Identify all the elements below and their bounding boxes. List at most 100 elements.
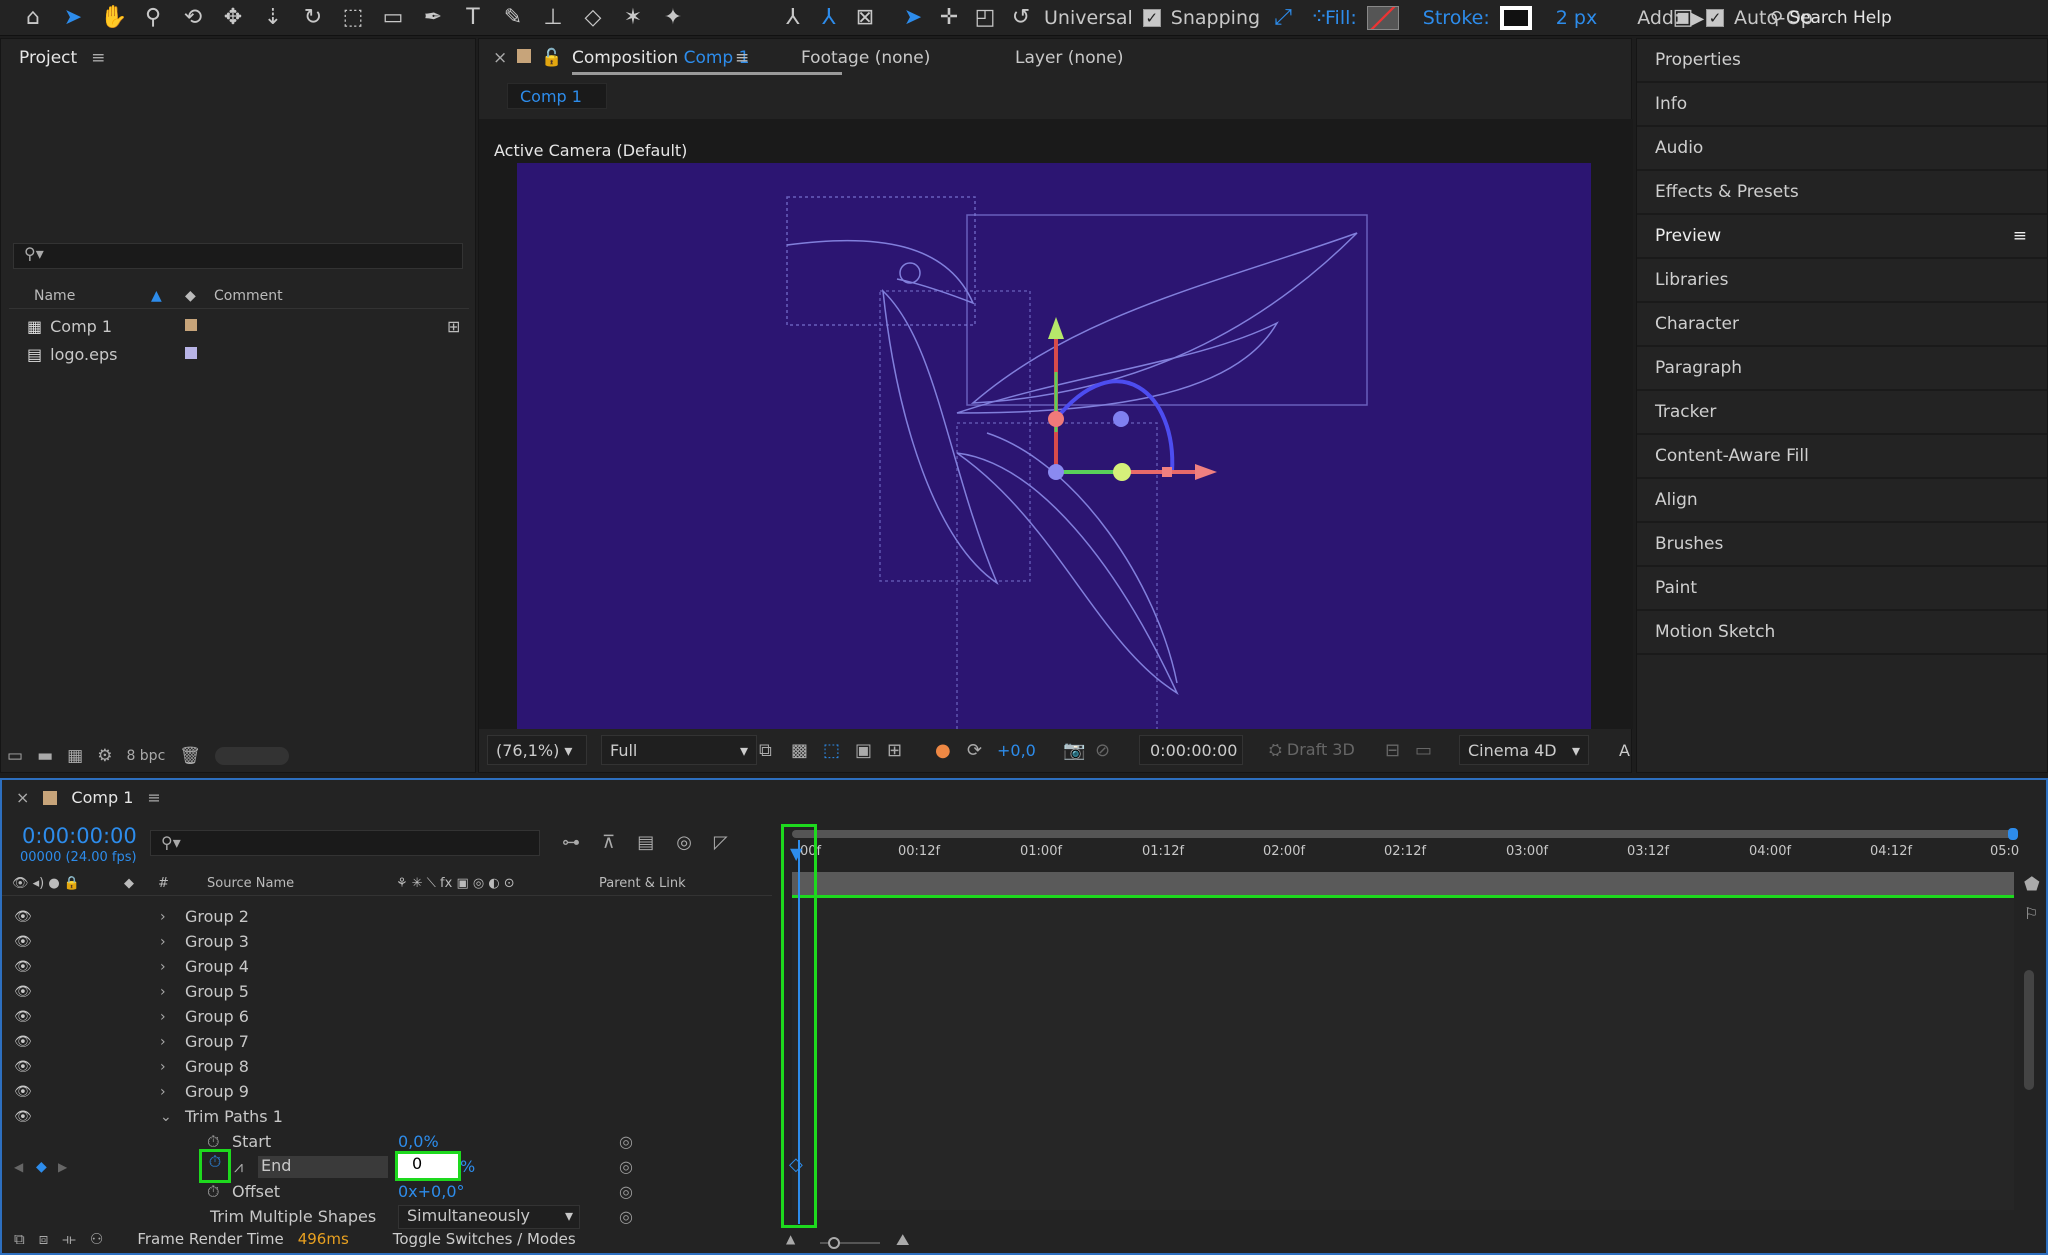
graph-editor-icon[interactable]: ◸ [714, 832, 728, 853]
magnification-dropdown[interactable]: (76,1%) ▾ [487, 735, 587, 765]
keyframe-diamond-icon[interactable]: ◆ [36, 1159, 47, 1175]
local-axis-icon[interactable]: ⅄ [780, 7, 806, 29]
visibility-eye-icon[interactable]: 👁 [14, 1034, 32, 1050]
type-tool-icon[interactable]: T [460, 7, 486, 29]
visibility-eye-icon[interactable]: 👁 [14, 1059, 32, 1075]
track-area[interactable] [792, 898, 2014, 1210]
panel-item-properties[interactable]: Properties [1637, 39, 2047, 83]
property-row-end[interactable]: ◀ ◆ ▶ ⏱ ⩘ End 0 % ◎ [2, 1149, 772, 1183]
panel-item-align[interactable]: Align [1637, 479, 2047, 523]
layer-row[interactable]: 👁 › Group 5 [2, 979, 772, 1004]
composition-mini-flowchart-icon[interactable]: ⊶ [562, 832, 580, 853]
vertical-scrollbar[interactable] [2024, 970, 2034, 1090]
transfer-controls-icon[interactable]: ⧈ [39, 1230, 49, 1248]
panel-item-preview[interactable]: Preview ≡ [1637, 215, 2047, 259]
end-value-input[interactable]: 0 [395, 1151, 461, 1181]
toggle-switches-modes-button[interactable]: Toggle Switches / Modes [393, 1230, 576, 1248]
mask-visibility-icon[interactable]: ⬚ [823, 740, 840, 761]
label-tag-icon[interactable]: ◆ [124, 876, 134, 891]
color-channels-icon[interactable]: ● [935, 740, 951, 761]
dolly-camera-icon[interactable]: ⇣ [260, 7, 286, 29]
comp-breadcrumb[interactable]: Comp 1 [507, 83, 607, 109]
guides-icon[interactable]: ▣ [855, 740, 872, 761]
zoom-slider-handle[interactable] [828, 1237, 840, 1249]
panel-item-paint[interactable]: Paint [1637, 567, 2047, 611]
renderer-dropdown[interactable]: Cinema 4D ▾ [1459, 735, 1589, 765]
region-of-interest-icon[interactable]: ⧉ [759, 740, 772, 761]
new-composition-icon[interactable]: ▦ [67, 746, 83, 766]
visibility-eye-icon[interactable]: 👁 [14, 934, 32, 950]
close-tab-icon[interactable]: × [493, 48, 507, 68]
switches-icons[interactable]: ⚘ ✳ ⟍ fx ▣ ◎ ◐ ⊙ [396, 876, 515, 891]
search-help-input[interactable]: Search Help [1789, 8, 1892, 28]
render-time-toggle-icon[interactable]: ⚇ [90, 1230, 103, 1248]
layer-row[interactable]: 👁 › Group 3 [2, 929, 772, 954]
view-layout-button[interactable]: A [1619, 741, 1630, 760]
snapshot-camera-icon[interactable]: 📷 [1063, 740, 1085, 761]
zoom-tool-icon[interactable]: ⚲ [140, 7, 166, 29]
visibility-eye-icon[interactable]: 👁 [14, 984, 32, 1000]
project-title[interactable]: Project [19, 48, 77, 68]
project-search-input[interactable]: ⚲▾ [13, 243, 463, 269]
draft-3d-timeline-icon[interactable]: ⊼ [602, 832, 615, 853]
playhead-handle[interactable]: ▼ [790, 844, 802, 863]
panel-item-paragraph[interactable]: Paragraph [1637, 347, 2047, 391]
timeline-search-input[interactable]: ⚲▾ [150, 830, 540, 856]
expression-pickwhip-icon[interactable]: ◎ [619, 1182, 633, 1201]
show-snapshot-icon[interactable]: ⊘ [1095, 740, 1110, 761]
stroke-swatch[interactable] [1499, 6, 1532, 30]
clone-stamp-icon[interactable]: ⊥ [540, 7, 566, 29]
expand-chevron-icon[interactable]: › [160, 1084, 166, 1100]
start-value[interactable]: 0,0% [398, 1132, 439, 1151]
expression-pickwhip-icon[interactable]: ◎ [619, 1157, 633, 1176]
panel-item-audio[interactable]: Audio [1637, 127, 2047, 171]
pan-camera-icon[interactable]: ✥ [220, 7, 246, 29]
layer-row[interactable]: 👁 › Group 7 [2, 1029, 772, 1054]
panel-item-character[interactable]: Character [1637, 303, 2047, 347]
tab-menu-icon[interactable]: ≡ [147, 788, 160, 807]
bit-depth-button[interactable]: 8 bpc [126, 748, 165, 764]
expand-chevron-icon[interactable]: › [160, 1009, 166, 1025]
expand-chevron-icon[interactable]: › [160, 909, 166, 925]
stopwatch-icon[interactable]: ⏱ [207, 1132, 219, 1152]
layer-row[interactable]: 👁 › Group 6 [2, 1004, 772, 1029]
close-tab-icon[interactable]: × [16, 788, 29, 807]
resolution-dropdown[interactable]: Full ▾ [601, 735, 757, 765]
project-item[interactable]: ▤ logo.eps [27, 341, 467, 367]
property-row-trim-multiple[interactable]: Trim Multiple Shapes Simultaneously ▾ ◎ [2, 1204, 772, 1229]
timecode-display[interactable]: 0:00:00:00 [1139, 735, 1243, 765]
rotate-tool-icon[interactable]: ↻ [300, 7, 326, 29]
property-row-offset[interactable]: ⏱ Offset 0x+0,0° ◎ [2, 1179, 772, 1204]
expression-pickwhip-icon[interactable]: ◎ [619, 1207, 633, 1226]
extended-viewer-icon[interactable]: ▭ [1415, 740, 1432, 761]
roto-brush-icon[interactable]: ✶ [620, 7, 646, 29]
trash-icon[interactable]: 🗑 [179, 746, 201, 766]
name-column-header[interactable]: Name [34, 288, 75, 304]
panel-item-libraries[interactable]: Libraries [1637, 259, 2047, 303]
source-name-header[interactable]: Source Name [207, 876, 294, 891]
expand-chevron-icon[interactable]: › [160, 984, 166, 1000]
exposure-value[interactable]: +0,0 [997, 741, 1036, 760]
expand-chevron-icon[interactable]: › [160, 959, 166, 975]
panel-item-content-aware-fill[interactable]: Content-Aware Fill [1637, 435, 2047, 479]
current-time-display[interactable]: 0:00:00:00 [22, 824, 137, 848]
prev-keyframe-icon[interactable]: ◀ [14, 1160, 23, 1174]
auto-open-checkbox[interactable]: ✓ [1706, 9, 1724, 27]
move-gizmo-icon[interactable]: ✛ [936, 7, 962, 29]
label-color-swatch[interactable] [185, 347, 197, 359]
hand-tool-icon[interactable]: ✋ [100, 7, 127, 29]
world-axis-icon[interactable]: ⅄ [816, 7, 842, 29]
thumbnail-scrollbar[interactable] [214, 747, 289, 765]
transform-gizmo[interactable] [1048, 317, 1217, 481]
reset-exposure-icon[interactable]: ⟳ [967, 740, 982, 761]
sort-ascending-icon[interactable]: ▲ [151, 288, 162, 304]
snap-edge-icon[interactable]: ⤢ [1270, 7, 1296, 29]
project-settings-icon[interactable]: ⚙ [97, 746, 112, 766]
zoom-out-icon[interactable]: ▲ [786, 1232, 795, 1246]
layer-marker-icon[interactable]: ⚐ [2024, 904, 2038, 923]
footage-tab[interactable]: Footage (none) [801, 48, 930, 68]
keyframe-marker[interactable]: ◇ [789, 1154, 803, 1175]
label-tag-icon[interactable]: ◆ [185, 288, 196, 304]
comment-marker-icon[interactable]: ⬟ [2024, 874, 2040, 895]
workspace-icon[interactable]: ▣ [1670, 7, 1696, 29]
